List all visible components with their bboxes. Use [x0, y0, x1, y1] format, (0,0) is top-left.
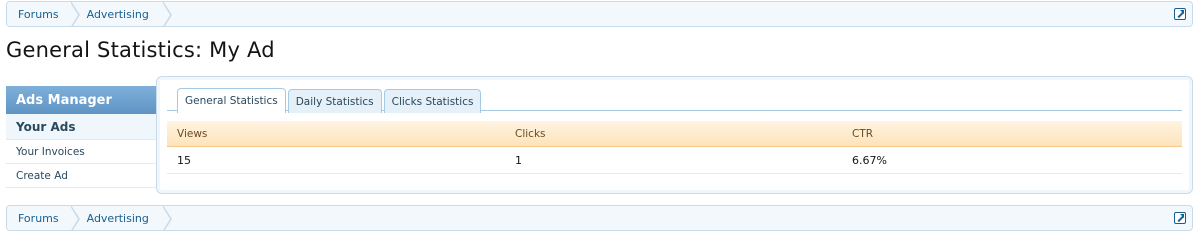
external-link-icon[interactable]	[1174, 8, 1186, 20]
breadcrumb-label: Advertising	[86, 211, 149, 225]
external-link-icon[interactable]	[1174, 212, 1186, 224]
cell-ctr: 6.67%	[852, 153, 887, 167]
tab-daily-statistics[interactable]: Daily Statistics	[287, 89, 382, 113]
tab-bar: General Statistics Daily Statistics Clic…	[177, 88, 483, 113]
breadcrumb-separator-icon	[69, 206, 80, 230]
breadcrumb-advertising[interactable]: Advertising	[72, 2, 172, 26]
sidebar-item-create-ad[interactable]: Create Ad	[6, 164, 158, 188]
cell-clicks: 1	[515, 153, 522, 167]
breadcrumb-label: Forums	[18, 7, 59, 21]
table-row: 15 1 6.67%	[167, 147, 1182, 174]
breadcrumb-separator-icon	[69, 2, 80, 26]
breadcrumb-label: Forums	[18, 211, 59, 225]
breadcrumb-separator-icon	[161, 206, 172, 230]
column-header-views: Views	[177, 127, 208, 140]
tab-general-statistics[interactable]: General Statistics	[177, 88, 286, 113]
column-header-clicks: Clicks	[515, 127, 546, 140]
breadcrumb-top: Forums Advertising	[6, 1, 1193, 27]
statistics-panel: General Statistics Daily Statistics Clic…	[156, 76, 1193, 194]
breadcrumb-forums[interactable]: Forums	[7, 2, 80, 26]
page-title: General Statistics: My Ad	[6, 38, 275, 62]
sidebar-section-your-ads[interactable]: Your Ads	[6, 114, 158, 140]
statistics-table: Views Clicks CTR 15 1 6.67%	[167, 121, 1182, 174]
sidebar-item-your-invoices[interactable]: Your Invoices	[6, 140, 158, 164]
cell-views: 15	[177, 153, 191, 167]
column-header-ctr: CTR	[852, 127, 874, 140]
breadcrumb-bottom: Forums Advertising	[6, 205, 1193, 231]
breadcrumb-separator-icon	[161, 2, 172, 26]
tab-clicks-statistics[interactable]: Clicks Statistics	[383, 89, 482, 113]
sidebar: Ads Manager Your Ads Your Invoices Creat…	[6, 86, 158, 188]
table-header: Views Clicks CTR	[167, 121, 1182, 147]
breadcrumb-forums[interactable]: Forums	[7, 206, 80, 230]
sidebar-heading: Ads Manager	[6, 86, 158, 114]
breadcrumb-advertising[interactable]: Advertising	[72, 206, 172, 230]
breadcrumb-label: Advertising	[86, 7, 149, 21]
